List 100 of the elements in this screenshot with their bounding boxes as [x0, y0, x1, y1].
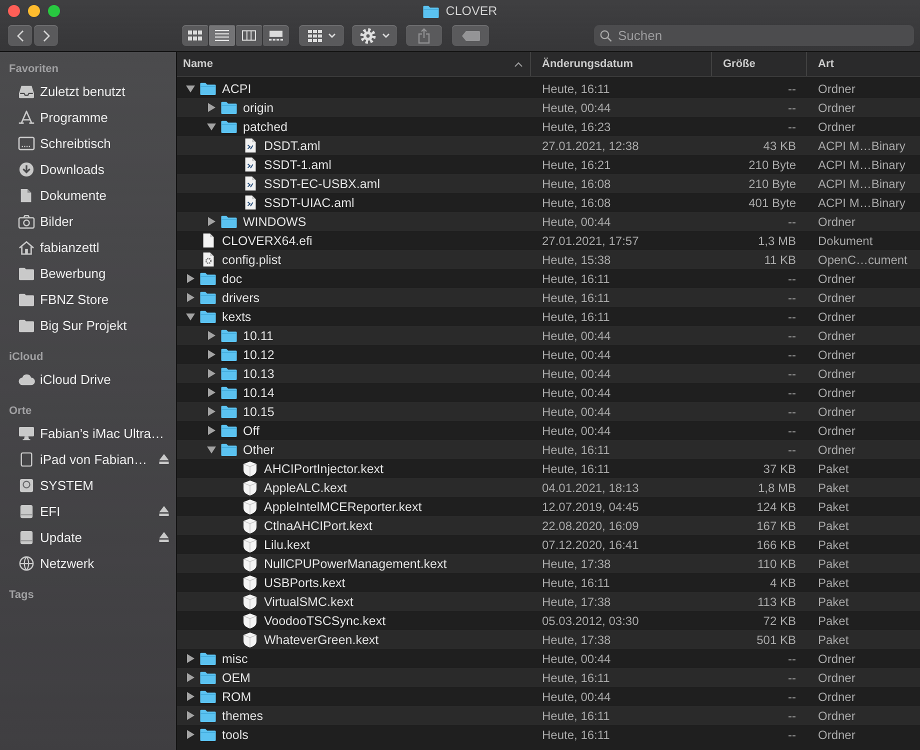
file-row[interactable]: OEM Heute, 16:11 -- Ordner [177, 668, 920, 687]
file-row[interactable]: 10.15 Heute, 00:44 -- Ordner [177, 402, 920, 421]
disclosure-triangle-icon[interactable] [186, 654, 194, 663]
file-name: WINDOWS [243, 214, 306, 228]
shield-icon [243, 460, 257, 476]
file-kind: Paket [818, 518, 849, 532]
file-name: AHCIPortInjector.kext [264, 462, 384, 476]
minimize-button[interactable] [28, 5, 40, 17]
disclosure-triangle-icon[interactable] [186, 692, 194, 701]
group-button[interactable] [299, 25, 344, 46]
disclosure-triangle-icon[interactable] [206, 331, 216, 340]
disclosure-triangle-icon[interactable] [206, 388, 216, 397]
sidebar-item[interactable]: Dokumente [0, 182, 176, 208]
disclosure-triangle-icon[interactable] [186, 293, 194, 302]
search-field[interactable]: Suchen [594, 25, 914, 46]
sidebar-item[interactable]: Bewerbung [0, 260, 176, 286]
file-row[interactable]: CtlnaAHCIPort.kext 22.08.2020, 16:09 167 KB Paket [177, 516, 920, 535]
view-mode-button[interactable] [209, 25, 235, 46]
file-name: drivers [222, 290, 260, 304]
file-row[interactable]: NullCPUPowerManagement.kext Heute, 17:38 110 KB Paket [177, 554, 920, 573]
file-row[interactable]: SSDT-EC-USBX.aml Heute, 16:08 210 Byte ACPI M…Binary [177, 174, 920, 193]
file-size: -- [788, 690, 796, 704]
sidebar-item[interactable]: iPad von Fabian… [0, 446, 176, 472]
view-mode-button[interactable] [263, 25, 289, 46]
disclosure-triangle-icon[interactable] [186, 673, 194, 682]
window-title: CLOVER [446, 4, 498, 18]
sidebar-item[interactable]: Update [0, 524, 176, 550]
file-kind: Ordner [818, 728, 856, 742]
file-row[interactable]: DSDT.aml 27.01.2021, 12:38 43 KB ACPI M…Binary [177, 136, 920, 155]
view-mode-button[interactable] [236, 25, 262, 46]
column-header[interactable]: Name [177, 52, 531, 76]
sidebar-item[interactable]: Schreibtisch [0, 130, 176, 156]
sidebar-item[interactable]: Downloads [0, 156, 176, 182]
close-button[interactable] [8, 5, 20, 17]
sidebar-item[interactable]: Big Sur Projekt [0, 312, 176, 338]
disclosure-triangle-icon[interactable] [186, 312, 194, 321]
sidebar-item[interactable]: fabianzettl [0, 234, 176, 260]
file-row[interactable]: 10.11 Heute, 00:44 -- Ordner [177, 326, 920, 345]
modified-date: Heute, 00:44 [542, 690, 611, 704]
sidebar-item[interactable]: Programme [0, 104, 176, 130]
section-header: iCloud [9, 350, 44, 365]
disclosure-triangle-icon[interactable] [206, 369, 216, 378]
file-row[interactable]: origin Heute, 00:44 -- Ordner [177, 98, 920, 117]
file-row[interactable]: 10.13 Heute, 00:44 -- Ordner [177, 364, 920, 383]
disclosure-triangle-icon[interactable] [206, 407, 216, 416]
modified-date: 27.01.2021, 17:57 [542, 234, 639, 248]
eject-icon[interactable] [159, 532, 169, 542]
file-row[interactable]: config.plist Heute, 15:38 11 KB OpenC…cument [177, 250, 920, 269]
sidebar-item[interactable]: Fabian’s iMac Ultra… [0, 420, 176, 446]
forward-button[interactable] [34, 25, 58, 46]
file-kind: ACPI M…Binary [818, 138, 906, 152]
disclosure-triangle-icon[interactable] [206, 122, 216, 131]
disclosure-triangle-icon[interactable] [206, 103, 216, 112]
sidebar-item[interactable]: EFI [0, 498, 176, 524]
action-button[interactable] [352, 25, 397, 46]
back-button[interactable] [8, 25, 32, 46]
sidebar-item[interactable]: Bilder [0, 208, 176, 234]
file-size: 1,8 MB [758, 480, 796, 494]
zoom-button[interactable] [48, 5, 60, 17]
sidebar-item[interactable]: Zuletzt benutzt [0, 78, 176, 104]
sidebar-item[interactable]: Netzwerk [0, 550, 176, 576]
disclosure-triangle-icon[interactable] [206, 217, 216, 226]
code-document-icon [244, 138, 256, 153]
sidebar-item[interactable]: FBNZ Store [0, 286, 176, 312]
column-header[interactable]: Art [807, 52, 920, 76]
disclosure-triangle-icon[interactable] [186, 711, 194, 720]
file-size: -- [788, 82, 796, 96]
eject-icon[interactable] [159, 506, 169, 516]
disclosure-triangle-icon[interactable] [206, 350, 216, 359]
view-mode-button[interactable] [182, 25, 208, 46]
document-icon [202, 233, 214, 248]
folder-icon [200, 690, 216, 703]
sidebar-item[interactable]: SYSTEM [0, 472, 176, 498]
file-row[interactable]: WINDOWS Heute, 00:44 -- Ordner [177, 212, 920, 231]
file-kind: Ordner [818, 120, 856, 134]
file-size: -- [788, 708, 796, 722]
column-header[interactable]: Änderungsdatum [531, 52, 712, 76]
file-row[interactable]: VirtualSMC.kext Heute, 17:38 113 KB Paket [177, 592, 920, 611]
modified-date: Heute, 16:21 [542, 158, 611, 172]
disclosure-triangle-icon[interactable] [206, 445, 216, 454]
folder-icon [221, 101, 237, 114]
file-name: VirtualSMC.kext [264, 594, 354, 608]
file-row[interactable]: WhateverGreen.kext Heute, 17:38 501 KB Paket [177, 630, 920, 649]
modified-date: Heute, 00:44 [542, 404, 611, 418]
file-row[interactable]: AppleALC.kext 04.01.2021, 18:13 1,8 MB Paket [177, 478, 920, 497]
disclosure-triangle-icon[interactable] [186, 730, 194, 739]
file-name: origin [243, 100, 274, 114]
gear-icon [360, 28, 376, 44]
folder-icon [221, 367, 237, 380]
file-row[interactable]: themes Heute, 16:11 -- Ordner [177, 706, 920, 725]
file-name: AppleIntelMCEReporter.kext [264, 500, 422, 514]
disclosure-triangle-icon[interactable] [186, 84, 194, 93]
section-header: Favoriten [9, 62, 59, 77]
disclosure-triangle-icon[interactable] [186, 274, 194, 283]
file-row[interactable]: drivers Heute, 16:11 -- Ordner [177, 288, 920, 307]
disclosure-triangle-icon[interactable] [206, 426, 216, 435]
column-header[interactable]: Größe [712, 52, 807, 76]
file-row[interactable]: Other Heute, 16:11 -- Ordner [177, 440, 920, 459]
eject-icon[interactable] [159, 454, 169, 464]
sidebar-item[interactable]: iCloud Drive [0, 366, 176, 392]
